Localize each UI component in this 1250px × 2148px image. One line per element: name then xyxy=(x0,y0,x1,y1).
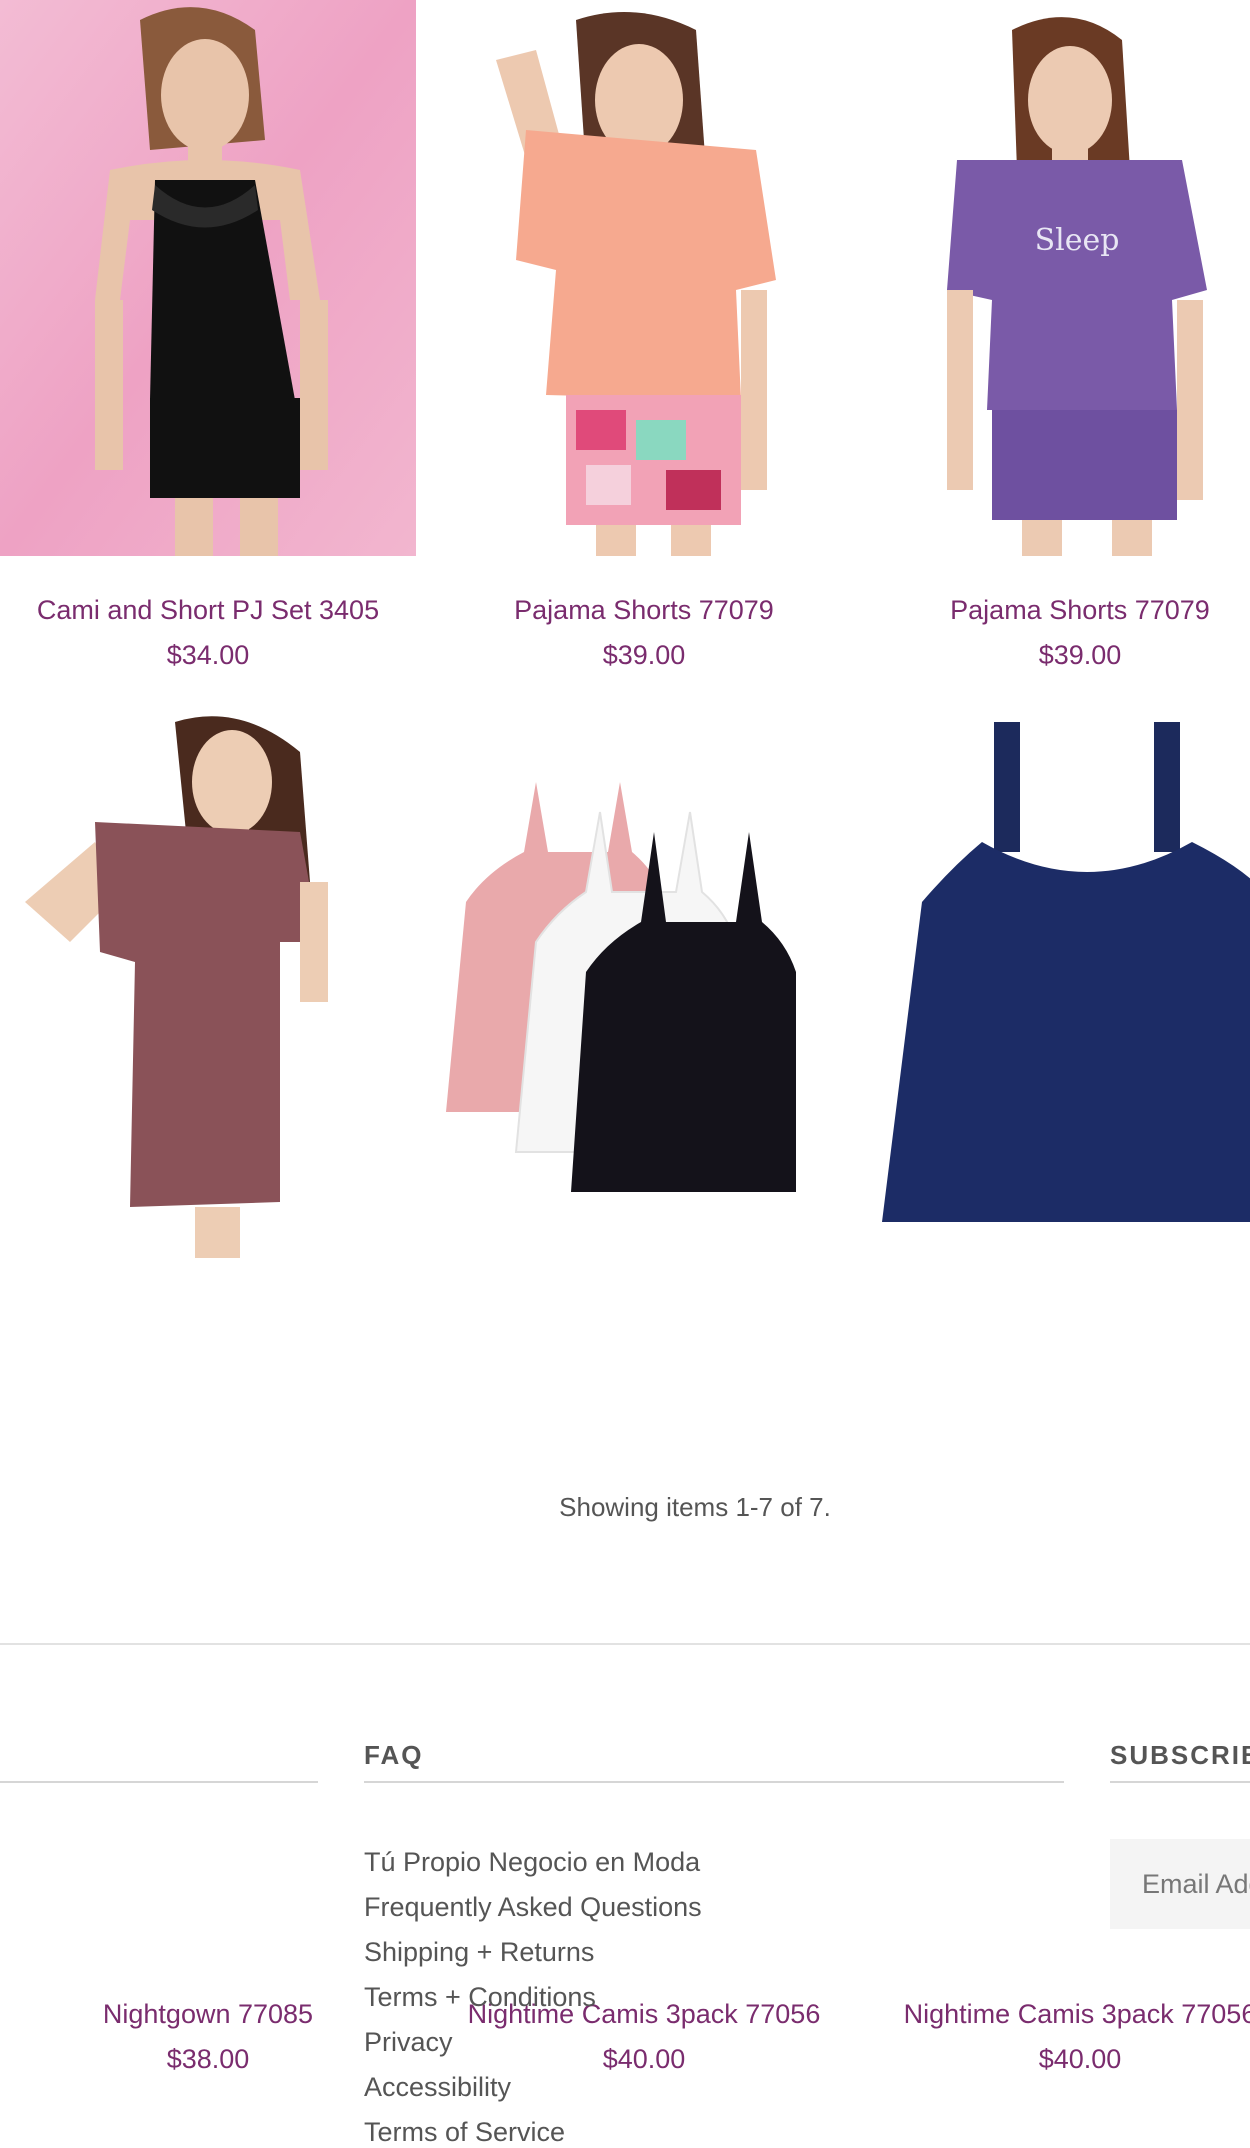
product-price: $40.00 xyxy=(602,2044,686,2074)
product-title[interactable]: Cami and Short PJ Set 3405 xyxy=(0,595,416,626)
footer-divider xyxy=(0,1643,1250,1645)
footer-column-rule xyxy=(1110,1781,1250,1783)
product-image[interactable] xyxy=(0,702,416,1258)
footer-link-terms-of-service[interactable]: Terms of Service xyxy=(364,2117,565,2148)
faq-heading: FAQ xyxy=(364,1740,424,1770)
pagination-status: Showing items 1-7 of 7. xyxy=(559,1492,831,1522)
product-image[interactable] xyxy=(436,702,852,1258)
product-title[interactable]: Nightime Camis 3pack 77056 xyxy=(872,1999,1250,2030)
product-price: $38.00 xyxy=(166,2044,250,2074)
product-price: $40.00 xyxy=(1038,2044,1122,2074)
email-input[interactable] xyxy=(1110,1839,1250,1929)
footer-link-own-business[interactable]: Tú Propio Negocio en Moda xyxy=(364,1847,700,1878)
product-price: $39.00 xyxy=(602,640,686,670)
footer-link-shipping-returns[interactable]: Shipping + Returns xyxy=(364,1937,594,1968)
subscribe-heading: SUBSCRIBE xyxy=(1110,1740,1250,1770)
footer-link-accessibility[interactable]: Accessibility xyxy=(364,2072,511,2103)
footer-column-rule xyxy=(0,1781,318,1783)
product-image[interactable] xyxy=(872,702,1250,1258)
product-price: $34.00 xyxy=(166,640,250,670)
product-title[interactable]: Nightgown 77085 xyxy=(0,1999,416,2030)
footer-link-faq[interactable]: Frequently Asked Questions xyxy=(364,1892,702,1923)
product-title[interactable]: Pajama Shorts 77079 xyxy=(436,595,852,626)
product-image[interactable]: Sleep xyxy=(872,0,1250,556)
product-title[interactable]: Pajama Shorts 77079 xyxy=(872,595,1250,626)
product-price: $39.00 xyxy=(1038,640,1122,670)
product-image[interactable] xyxy=(436,0,852,556)
footer-link-terms-conditions[interactable]: Terms + Conditions xyxy=(364,1982,596,2013)
footer-link-privacy[interactable]: Privacy xyxy=(364,2027,453,2058)
footer-column-rule xyxy=(364,1781,1064,1783)
product-image[interactable] xyxy=(0,0,416,556)
svg-text:Sleep: Sleep xyxy=(1035,223,1120,258)
